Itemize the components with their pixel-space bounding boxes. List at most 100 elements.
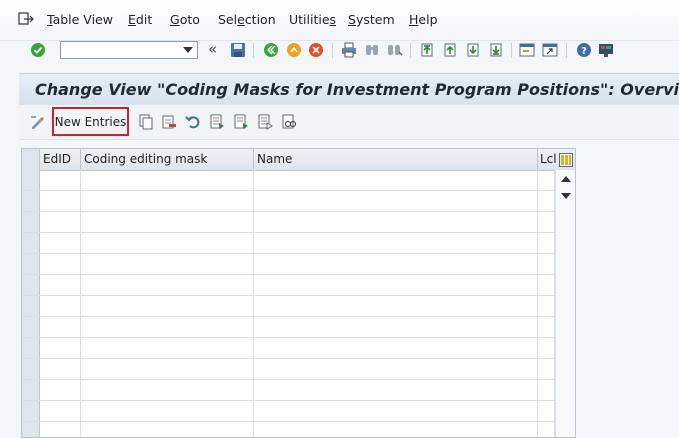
table-cell[interactable]	[81, 401, 254, 421]
next-page-icon[interactable]	[464, 41, 482, 59]
table-cell[interactable]	[254, 359, 538, 379]
table-cell[interactable]	[538, 212, 555, 232]
command-field[interactable]	[60, 41, 198, 59]
table-cell[interactable]	[81, 170, 254, 190]
print-icon[interactable]	[340, 41, 358, 59]
table-cell[interactable]	[81, 275, 254, 295]
menu-exit-icon[interactable]	[18, 12, 34, 26]
table-cell[interactable]	[40, 359, 81, 379]
table-cell[interactable]	[40, 170, 81, 190]
row-selector[interactable]	[22, 296, 40, 316]
table-cell[interactable]	[254, 380, 538, 400]
table-cell[interactable]	[81, 317, 254, 337]
table-cell[interactable]	[81, 359, 254, 379]
table-cell[interactable]	[81, 296, 254, 316]
command-input[interactable]	[63, 43, 175, 57]
table-cell[interactable]	[254, 296, 538, 316]
table-cell[interactable]	[81, 254, 254, 274]
table-cell[interactable]	[254, 317, 538, 337]
scroll-down-icon[interactable]	[560, 191, 572, 201]
previous-page-icon[interactable]	[441, 41, 459, 59]
find-icon[interactable]	[363, 41, 381, 59]
table-cell[interactable]	[538, 254, 555, 274]
row-selector[interactable]	[22, 422, 40, 437]
double-left-icon[interactable]: «	[208, 40, 217, 58]
menu-goto[interactable]: Goto	[170, 12, 200, 27]
help-icon[interactable]: ?	[575, 41, 593, 59]
table-cell[interactable]	[81, 338, 254, 358]
table-cell[interactable]	[40, 212, 81, 232]
table-cell[interactable]	[538, 422, 555, 437]
table-cell[interactable]	[81, 191, 254, 211]
cancel-icon[interactable]	[307, 41, 325, 59]
column-header-coding-mask[interactable]: Coding editing mask	[81, 149, 254, 170]
menu-utilities[interactable]: Utilities	[289, 12, 336, 27]
select-all-column[interactable]	[22, 149, 40, 170]
table-cell[interactable]	[254, 401, 538, 421]
row-selector[interactable]	[22, 359, 40, 379]
table-cell[interactable]	[81, 380, 254, 400]
undo-change-icon[interactable]	[185, 114, 201, 130]
row-selector[interactable]	[22, 338, 40, 358]
last-page-icon[interactable]	[487, 41, 505, 59]
deselect-all-icon[interactable]	[257, 114, 273, 130]
table-cell[interactable]	[254, 170, 538, 190]
table-cell[interactable]	[40, 233, 81, 253]
shortcut-icon[interactable]	[541, 41, 559, 59]
new-entries-button[interactable]: New Entries	[52, 107, 129, 136]
table-cell[interactable]	[81, 212, 254, 232]
menu-selection[interactable]: Selection	[218, 12, 276, 27]
menu-help[interactable]: Help	[409, 12, 438, 27]
table-cell[interactable]	[81, 233, 254, 253]
table-cell[interactable]	[40, 380, 81, 400]
row-selector[interactable]	[22, 275, 40, 295]
back-icon[interactable]	[262, 41, 280, 59]
menu-edit[interactable]: Edit	[128, 12, 152, 27]
column-header-edid[interactable]: EdID	[40, 149, 81, 170]
table-cell[interactable]	[40, 275, 81, 295]
select-all-icon[interactable]	[209, 114, 225, 130]
table-cell[interactable]	[254, 422, 538, 437]
table-cell[interactable]	[254, 254, 538, 274]
column-header-lcl[interactable]: Lcl	[538, 149, 557, 170]
row-selector[interactable]	[22, 401, 40, 421]
customize-layout-icon[interactable]	[597, 41, 615, 59]
column-header-name[interactable]: Name	[254, 149, 538, 170]
row-selector[interactable]	[22, 380, 40, 400]
chevron-down-icon[interactable]	[179, 42, 197, 58]
table-cell[interactable]	[40, 338, 81, 358]
find-next-icon[interactable]	[386, 41, 404, 59]
row-selector[interactable]	[22, 212, 40, 232]
menu-system[interactable]: System	[348, 12, 395, 27]
table-cell[interactable]	[538, 296, 555, 316]
table-cell[interactable]	[538, 191, 555, 211]
table-cell[interactable]	[254, 212, 538, 232]
table-cell[interactable]	[40, 296, 81, 316]
display-change-icon[interactable]	[30, 114, 46, 130]
table-cell[interactable]	[538, 233, 555, 253]
table-cell[interactable]	[538, 359, 555, 379]
vertical-scrollbar[interactable]	[555, 170, 575, 437]
table-cell[interactable]	[538, 380, 555, 400]
enter-check-icon[interactable]	[29, 41, 47, 59]
menu-table-view[interactable]: Table View	[47, 12, 113, 27]
table-cell[interactable]	[40, 401, 81, 421]
delete-icon[interactable]	[161, 114, 177, 130]
save-icon[interactable]	[229, 41, 247, 59]
table-cell[interactable]	[40, 422, 81, 437]
exit-icon[interactable]	[285, 41, 303, 59]
select-block-icon[interactable]	[233, 114, 249, 130]
table-cell[interactable]	[254, 233, 538, 253]
row-selector[interactable]	[22, 170, 40, 190]
copy-as-icon[interactable]	[138, 114, 154, 130]
table-cell[interactable]	[538, 338, 555, 358]
first-page-icon[interactable]	[418, 41, 436, 59]
table-cell[interactable]	[254, 338, 538, 358]
table-cell[interactable]	[254, 191, 538, 211]
table-cell[interactable]	[40, 191, 81, 211]
new-session-icon[interactable]	[518, 41, 536, 59]
table-cell[interactable]	[538, 170, 555, 190]
row-selector[interactable]	[22, 191, 40, 211]
table-cell[interactable]	[538, 401, 555, 421]
table-cell[interactable]	[40, 317, 81, 337]
